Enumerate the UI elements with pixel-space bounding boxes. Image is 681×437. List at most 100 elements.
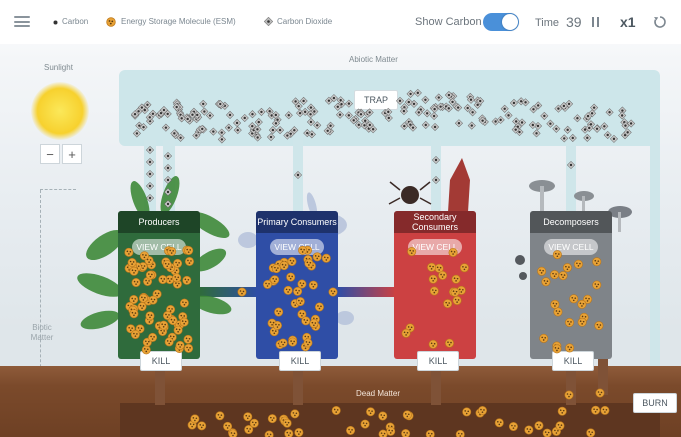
- esm-molecule: [451, 274, 461, 284]
- co2-molecule: [500, 104, 509, 113]
- esm-molecule: [552, 344, 562, 354]
- co2-molecule: [163, 151, 173, 161]
- esm-molecule: [312, 252, 322, 262]
- esm-molecule: [287, 256, 297, 266]
- esm-molecule: [443, 299, 453, 309]
- esm-molecule: [249, 418, 259, 428]
- co2-molecule: [431, 155, 441, 165]
- esm-molecule: [508, 422, 518, 432]
- esm-molecule: [145, 311, 155, 321]
- esm-molecule: [452, 296, 462, 306]
- co2-molecule: [395, 96, 405, 105]
- esm-molecule: [550, 270, 560, 280]
- co2-molecule: [573, 114, 582, 123]
- esm-molecule: [303, 338, 313, 348]
- esm-molecule: [184, 256, 194, 266]
- esm-molecule: [524, 425, 534, 435]
- esm-molecule: [448, 247, 458, 257]
- co2-molecule: [225, 110, 235, 119]
- co2-molecule: [145, 157, 155, 167]
- co2-molecule: [430, 111, 439, 121]
- co2-molecule: [276, 126, 285, 135]
- esm-molecule: [459, 263, 469, 273]
- co2-molecule: [163, 187, 173, 197]
- co2-molecule: [344, 111, 353, 120]
- esm-molecule: [267, 414, 277, 424]
- co2-molecule: [163, 175, 173, 185]
- esm-molecule: [462, 407, 472, 417]
- esm-molecule: [293, 286, 303, 296]
- esm-molecule: [308, 280, 318, 290]
- esm-molecule: [577, 299, 587, 309]
- esm-molecule: [314, 302, 324, 312]
- esm-molecule: [425, 429, 435, 437]
- esm-molecule: [427, 262, 437, 272]
- co2-molecule: [431, 122, 440, 132]
- esm-molecule: [264, 430, 274, 437]
- co2-molecule: [313, 121, 322, 130]
- co2-molecule: [233, 118, 242, 127]
- esm-molecule: [569, 294, 579, 304]
- co2-molecule: [240, 113, 249, 122]
- esm-molecule: [286, 272, 296, 282]
- esm-molecule: [182, 275, 192, 285]
- esm-molecule: [173, 258, 183, 268]
- esm-molecule: [537, 266, 547, 276]
- esm-molecule: [360, 419, 370, 429]
- esm-molecule: [164, 337, 174, 347]
- co2-molecule: [132, 129, 141, 138]
- esm-molecule: [175, 340, 185, 350]
- co2-molecule: [423, 109, 432, 118]
- co2-molecule: [540, 111, 549, 120]
- esm-molecule: [145, 270, 155, 280]
- esm-molecule: [184, 246, 194, 256]
- co2-molecule: [217, 135, 226, 144]
- esm-molecule: [600, 405, 610, 415]
- esm-molecule: [131, 278, 141, 288]
- co2-molecule: [434, 93, 443, 102]
- esm-molecule: [594, 321, 604, 331]
- esm-molecule: [564, 390, 574, 400]
- co2-molecule: [163, 163, 173, 173]
- co2-molecule: [163, 199, 173, 209]
- co2-molecule: [583, 133, 592, 142]
- esm-molecule: [272, 320, 282, 330]
- co2-molecule: [560, 134, 569, 143]
- co2-molecule: [546, 119, 555, 128]
- esm-molecule: [129, 309, 139, 319]
- esm-molecule: [271, 264, 281, 274]
- esm-molecule: [263, 279, 273, 289]
- co2-molecule: [224, 123, 233, 132]
- esm-molecule: [172, 273, 182, 283]
- esm-molecule: [124, 247, 134, 257]
- esm-molecule: [552, 250, 562, 260]
- esm-molecule: [290, 409, 300, 419]
- co2-molecule: [413, 88, 422, 97]
- co2-molecule: [421, 120, 430, 129]
- esm-molecule: [237, 287, 247, 297]
- esm-molecule: [288, 337, 298, 347]
- co2-molecule: [509, 98, 518, 107]
- co2-molecule: [266, 133, 276, 142]
- esm-molecule: [534, 421, 544, 431]
- esm-molecule: [555, 421, 565, 431]
- esm-molecule: [450, 287, 460, 297]
- co2-molecule: [600, 122, 609, 131]
- esm-molecule: [378, 429, 388, 437]
- co2-molecule: [609, 134, 618, 143]
- esm-molecule: [592, 280, 602, 290]
- esm-molecule: [173, 325, 183, 335]
- esm-molecule: [162, 260, 172, 270]
- esm-molecule: [321, 253, 331, 263]
- esm-molecule: [127, 257, 137, 267]
- esm-molecule: [407, 247, 417, 257]
- co2-molecule: [268, 126, 277, 135]
- co2-molecule: [603, 130, 612, 140]
- esm-molecule: [215, 411, 225, 421]
- co2-molecule: [293, 170, 303, 180]
- esm-molecule: [183, 334, 193, 344]
- co2-molecule: [257, 107, 266, 116]
- co2-molecule: [254, 118, 263, 127]
- co2-molecule: [199, 99, 208, 108]
- esm-molecule: [378, 411, 388, 421]
